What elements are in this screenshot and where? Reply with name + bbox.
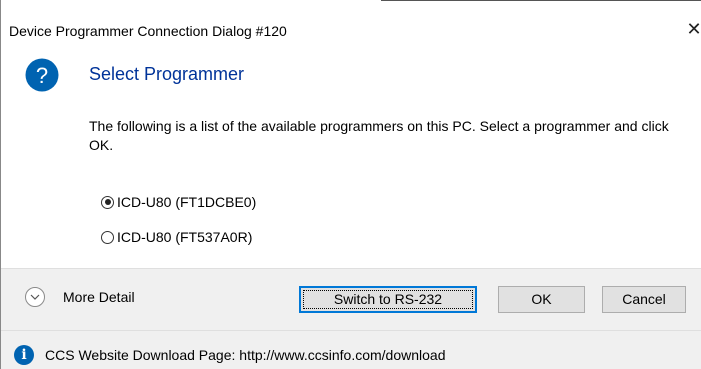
dialog-description: The following is a list of the available…	[89, 118, 669, 153]
switch-to-rs232-button[interactable]: Switch to RS-232	[299, 286, 477, 313]
dialog-heading: Select Programmer	[89, 64, 245, 84]
close-icon: ✕	[686, 19, 701, 39]
programmer-option-label: ICD-U80 (FT1DCBE0)	[117, 194, 257, 210]
more-detail-label[interactable]: More Detail	[63, 288, 135, 306]
more-detail-toggle[interactable]	[25, 287, 45, 307]
close-button[interactable]: ✕	[683, 16, 701, 42]
background-window-edge	[381, 0, 701, 1]
programmer-option-label: ICD-U80 (FT537A0R)	[117, 229, 253, 245]
info-icon: i	[14, 345, 34, 365]
download-page-link[interactable]: CCS Website Download Page: http://www.cc…	[45, 346, 446, 364]
dialog-title: Device Programmer Connection Dialog #120	[9, 23, 287, 39]
question-icon: ?	[25, 58, 59, 92]
cancel-button[interactable]: Cancel	[602, 286, 686, 313]
programmer-connection-dialog: Device Programmer Connection Dialog #120…	[0, 0, 701, 369]
programmer-option-2[interactable]: ICD-U80 (FT537A0R)	[101, 227, 252, 247]
radio-selected[interactable]	[101, 195, 114, 209]
question-glyph: ?	[36, 63, 48, 88]
chevron-down-icon	[30, 294, 40, 300]
programmer-option-1[interactable]: ICD-U80 (FT1DCBE0)	[101, 192, 256, 212]
ok-button[interactable]: OK	[498, 286, 585, 313]
radio-unselected[interactable]	[101, 230, 114, 244]
